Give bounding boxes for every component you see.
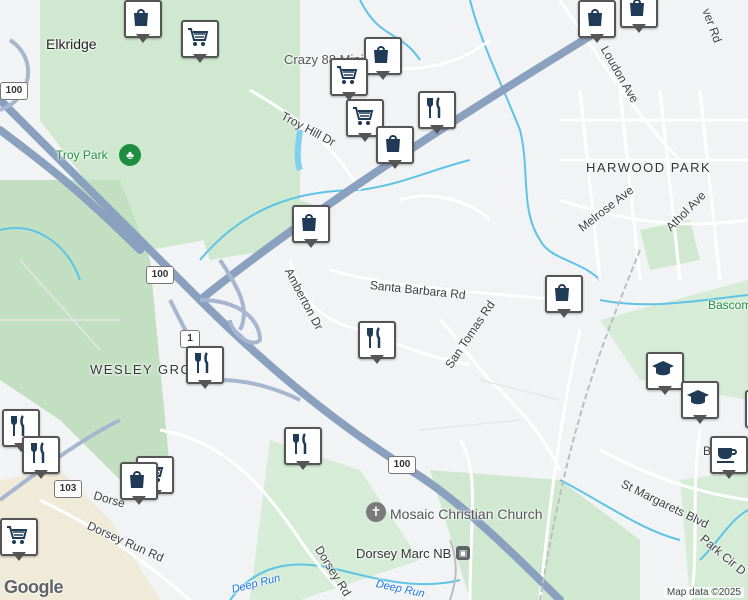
shopping-bag-icon-pin[interactable] bbox=[364, 37, 402, 83]
restaurant-icon bbox=[195, 352, 209, 373]
church-icon[interactable]: ✝ bbox=[366, 502, 386, 522]
route-shield-100: 100 bbox=[388, 456, 416, 474]
shopping-cart-icon bbox=[188, 28, 209, 46]
train-icon[interactable]: ▣ bbox=[456, 546, 470, 560]
restaurant-icon bbox=[293, 433, 307, 454]
shopping-bag-icon bbox=[130, 471, 144, 488]
route-shield-100: 100 bbox=[146, 266, 174, 284]
restaurant-icon-pin[interactable] bbox=[358, 321, 396, 367]
shopping-bag-icon bbox=[630, 0, 644, 16]
restaurant-icon bbox=[427, 97, 441, 118]
shopping-bag-icon bbox=[588, 9, 602, 26]
shopping-cart-icon-pin[interactable] bbox=[0, 518, 38, 564]
label-harwood-park: HARWOOD PARK bbox=[586, 160, 712, 175]
label-dorsey-marc: Dorsey Marc NB bbox=[356, 546, 452, 561]
shopping-cart-icon bbox=[353, 107, 374, 125]
shopping-bag-icon-pin[interactable] bbox=[545, 275, 583, 321]
shopping-bag-icon bbox=[374, 46, 388, 63]
shopping-cart-icon-pin[interactable] bbox=[330, 58, 368, 104]
shopping-bag-icon-pin[interactable] bbox=[124, 0, 162, 46]
shopping-cart-icon-pin[interactable] bbox=[181, 20, 219, 66]
shopping-bag-icon bbox=[134, 9, 148, 26]
label-elkridge: Elkridge bbox=[46, 36, 97, 52]
label-mosaic-church: Mosaic Christian Church bbox=[390, 506, 543, 522]
shopping-cart-icon bbox=[7, 526, 28, 544]
shopping-bag-icon-pin[interactable] bbox=[120, 462, 158, 508]
shopping-bag-icon-pin[interactable] bbox=[292, 205, 330, 251]
map-attribution[interactable]: Map data ©2025 bbox=[663, 587, 744, 598]
label-bascom: Bascom bbox=[708, 298, 748, 312]
restaurant-icon-pin[interactable] bbox=[284, 427, 322, 473]
shopping-bag-icon-pin[interactable] bbox=[376, 126, 414, 172]
shopping-bag-icon bbox=[555, 284, 569, 301]
label-troy-park: Troy Park bbox=[56, 148, 108, 162]
shopping-bag-icon bbox=[386, 135, 400, 152]
park-icon[interactable]: ♣ bbox=[119, 144, 141, 166]
restaurant-icon-pin[interactable] bbox=[418, 91, 456, 137]
route-shield-100: 100 bbox=[0, 82, 28, 100]
shopping-bag-icon-pin[interactable] bbox=[578, 0, 616, 46]
restaurant-icon bbox=[11, 415, 25, 436]
cafe-icon-pin[interactable] bbox=[710, 436, 748, 482]
map-canvas[interactable]: Elkridge Troy Park ♣ HARWOOD PARK WESLEY… bbox=[0, 0, 748, 600]
shopping-bag-icon-pin[interactable] bbox=[620, 0, 658, 36]
route-shield-103: 103 bbox=[54, 480, 82, 498]
school-icon bbox=[687, 390, 709, 405]
restaurant-icon-pin[interactable] bbox=[22, 436, 60, 482]
restaurant-icon bbox=[367, 327, 381, 348]
school-icon-pin[interactable] bbox=[646, 352, 684, 398]
shopping-bag-icon bbox=[302, 214, 316, 231]
shopping-cart-icon bbox=[337, 66, 358, 84]
restaurant-icon-pin[interactable] bbox=[186, 346, 224, 392]
school-icon bbox=[652, 361, 674, 376]
restaurant-icon bbox=[31, 442, 45, 463]
school-icon-pin[interactable] bbox=[681, 381, 719, 427]
google-logo: Google bbox=[4, 577, 64, 597]
cafe-icon bbox=[717, 448, 737, 463]
